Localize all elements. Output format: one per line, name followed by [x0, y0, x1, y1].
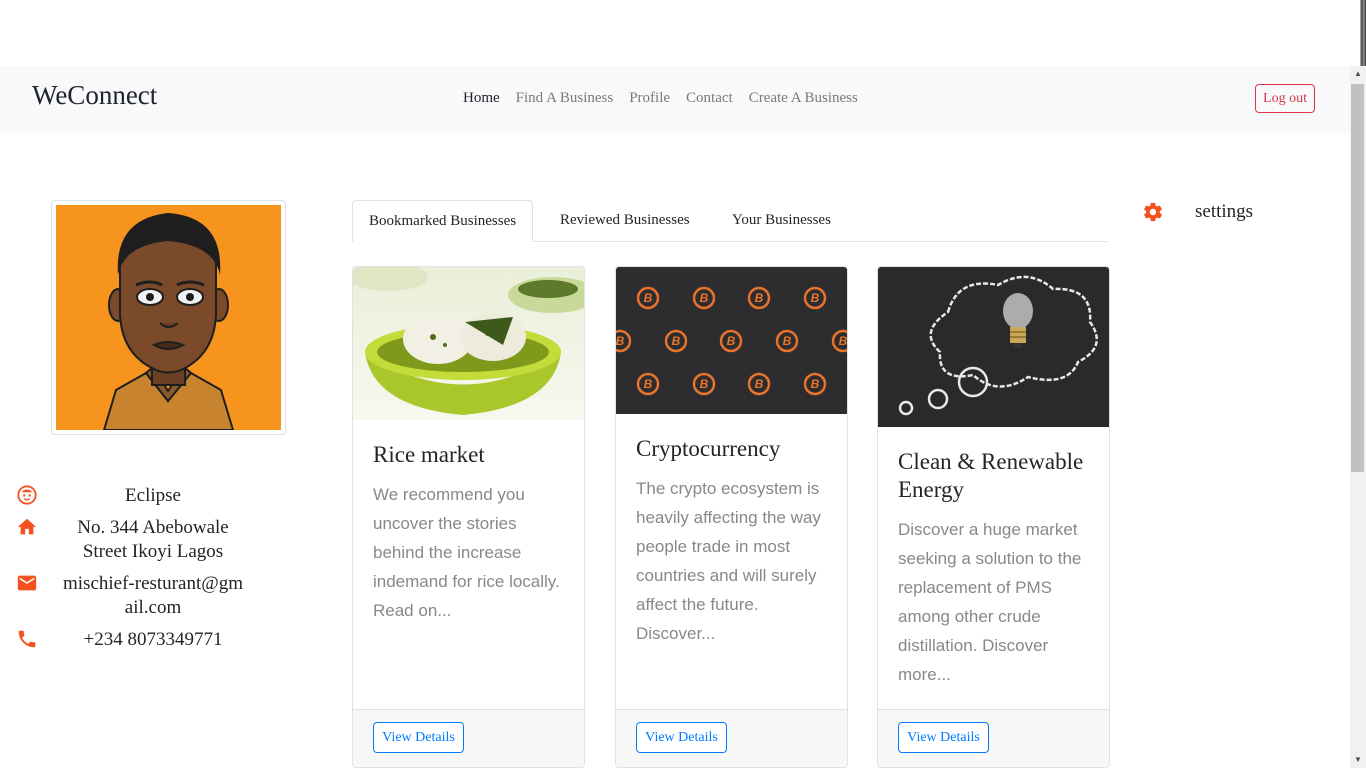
navbar: WeConnect Home Find A Business Profile C… — [0, 66, 1350, 133]
svg-text:B: B — [755, 291, 764, 305]
view-details-button[interactable]: View Details — [636, 722, 727, 753]
card-description: Discover a huge market seeking a solutio… — [898, 520, 1082, 684]
tab-your-businesses[interactable]: Your Businesses — [716, 200, 847, 241]
svg-text:B: B — [700, 291, 709, 305]
profile-email: mischief-resturant@gmail.com — [63, 573, 243, 618]
cryptocurrency-image: B B B B B B B B B B B B B — [616, 267, 847, 414]
email-icon — [17, 575, 37, 591]
business-card-cryptocurrency: B B B B B B B B B B B B B Cryptocurrency The crypt… — [615, 266, 848, 768]
nav-create-business[interactable]: Create A Business — [741, 90, 866, 107]
business-card-clean-energy: Clean & Renewable Energy Discover a huge… — [877, 266, 1110, 768]
card-footer: View Details — [616, 709, 847, 767]
card-title: Clean & Renewable Energy — [898, 449, 1084, 502]
browser-top-area — [0, 0, 1366, 66]
window-edge — [1360, 0, 1366, 66]
avatar — [51, 200, 286, 435]
svg-text:B: B — [839, 334, 847, 348]
home-icon — [17, 518, 37, 535]
rice-market-image — [353, 267, 584, 420]
card-title: Rice market — [373, 442, 485, 467]
settings-link[interactable]: settings — [1195, 201, 1253, 223]
avatar-illustration — [56, 205, 281, 430]
svg-text:B: B — [727, 334, 736, 348]
svg-text:B: B — [755, 377, 764, 391]
scroll-thumb[interactable] — [1351, 84, 1364, 472]
business-tabs: Bookmarked Businesses Reviewed Businesse… — [352, 200, 1108, 242]
phone-icon — [18, 630, 36, 648]
card-description: We recommend you uncover the stories beh… — [373, 485, 560, 620]
view-details-button[interactable]: View Details — [373, 722, 464, 753]
svg-text:B: B — [811, 377, 820, 391]
business-card-rice-market: Rice market We recommend you uncover the… — [352, 266, 585, 768]
card-description: The crypto ecosystem is heavily affectin… — [636, 479, 821, 643]
scroll-up-arrow-icon[interactable]: ▲ — [1350, 66, 1366, 82]
profile-address: No. 344 Abebowale Street Ikoyi Lagos — [77, 517, 229, 562]
view-details-button[interactable]: View Details — [898, 722, 989, 753]
nav-find-business[interactable]: Find A Business — [508, 90, 622, 107]
nav-home[interactable]: Home — [455, 90, 508, 107]
card-footer: View Details — [878, 709, 1109, 767]
svg-text:B: B — [700, 377, 709, 391]
svg-text:B: B — [811, 291, 820, 305]
card-title: Cryptocurrency — [636, 436, 781, 461]
nav-links: Home Find A Business Profile Contact Cre… — [455, 90, 866, 107]
tab-bookmarked-businesses[interactable]: Bookmarked Businesses — [352, 200, 534, 242]
profile-name: Eclipse — [125, 485, 181, 506]
card-footer: View Details — [353, 709, 584, 767]
nav-profile[interactable]: Profile — [621, 90, 678, 107]
face-icon — [17, 485, 37, 505]
nav-contact[interactable]: Contact — [678, 90, 741, 107]
profile-phone: +234 8073349771 — [83, 629, 223, 650]
scrollbar[interactable]: ▲ ▼ — [1350, 66, 1366, 768]
logout-button[interactable]: Log out — [1255, 84, 1315, 113]
clean-energy-image — [878, 267, 1109, 427]
svg-text:B: B — [644, 377, 653, 391]
scroll-down-arrow-icon[interactable]: ▼ — [1350, 752, 1366, 768]
svg-text:B: B — [616, 334, 625, 348]
gear-icon[interactable] — [1142, 201, 1164, 223]
svg-text:B: B — [672, 334, 681, 348]
svg-text:B: B — [644, 291, 653, 305]
brand-logo[interactable]: WeConnect — [32, 80, 157, 111]
tab-reviewed-businesses[interactable]: Reviewed Businesses — [544, 200, 706, 241]
svg-text:B: B — [783, 334, 792, 348]
